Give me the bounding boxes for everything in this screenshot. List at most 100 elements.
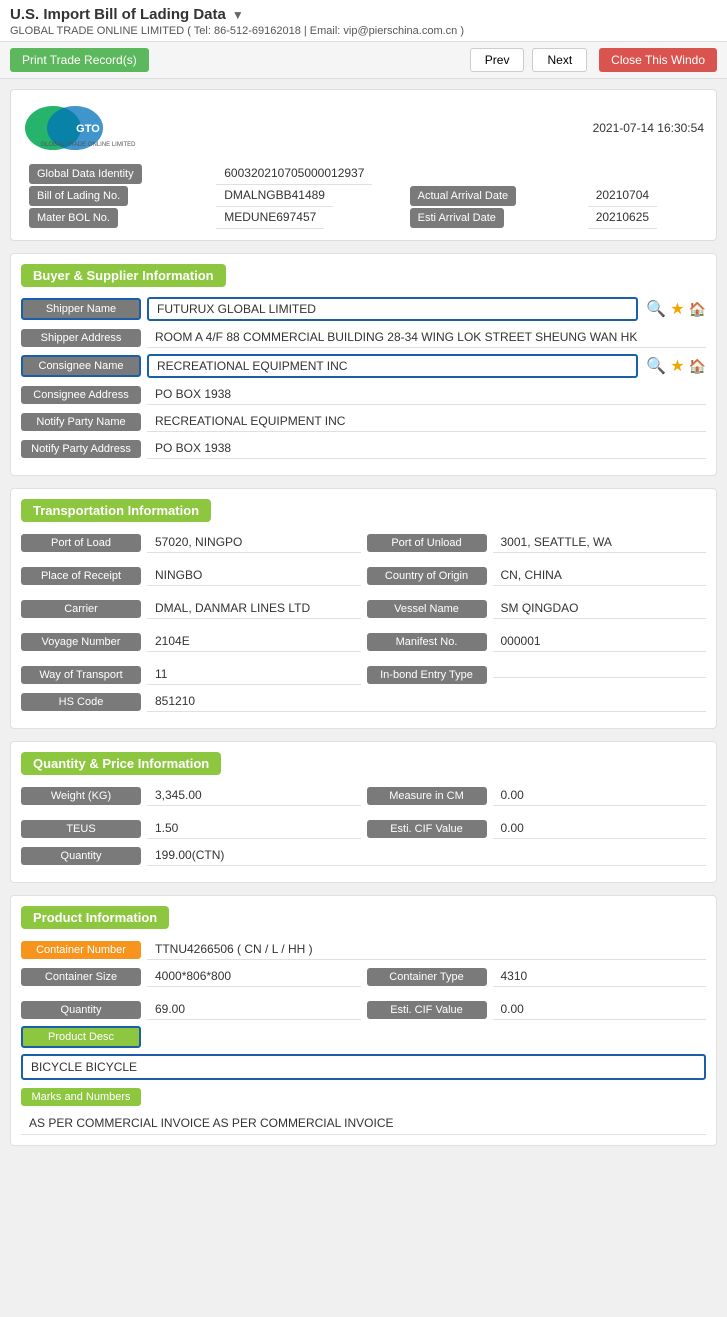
global-data-identity-label: Global Data Identity	[29, 164, 142, 184]
container-type-row: Container Type 4310	[367, 966, 707, 987]
port-of-unload-label: Port of Unload	[367, 534, 487, 552]
place-of-receipt-value: NINGBO	[147, 565, 361, 586]
consignee-search-icon[interactable]: 🔍	[646, 356, 666, 376]
esti-arrival-date-label: Esti Arrival Date	[410, 208, 504, 228]
shipper-address-label: Shipper Address	[21, 329, 141, 347]
master-bol-value: MEDUNE697457	[216, 206, 324, 229]
page-subtitle: GLOBAL TRADE ONLINE LIMITED ( Tel: 86-51…	[10, 25, 717, 37]
hs-code-value: 851210	[147, 691, 706, 712]
marks-row: Marks and Numbers	[21, 1088, 706, 1106]
shipper-address-row: Shipper Address ROOM A 4/F 88 COMMERCIAL…	[21, 327, 706, 348]
container-number-label: Container Number	[21, 941, 141, 959]
master-bol-label: Mater BOL No.	[29, 208, 118, 228]
weight-row: Weight (KG) 3,345.00	[21, 785, 361, 806]
way-of-transport-value: 11	[147, 664, 361, 685]
nav-group: Prev Next Close This Windo	[470, 48, 717, 72]
quantity-value: 199.00(CTN)	[147, 845, 706, 866]
top-bar: U.S. Import Bill of Lading Data ▼ GLOBAL…	[0, 0, 727, 42]
close-button[interactable]: Close This Windo	[599, 48, 717, 72]
product-desc-row: Product Desc	[21, 1026, 706, 1048]
way-of-transport-row: Way of Transport 11	[21, 664, 361, 685]
shipper-home-icon[interactable]: 🏠	[689, 301, 706, 318]
quantity-price-title: Quantity & Price Information	[21, 752, 221, 775]
product-quantity-value: 69.00	[147, 999, 361, 1020]
container-type-value: 4310	[493, 966, 707, 987]
marks-and-numbers-value-box: AS PER COMMERCIAL INVOICE AS PER COMMERC…	[21, 1112, 706, 1135]
notify-party-address-row: Notify Party Address PO BOX 1938	[21, 438, 706, 459]
logo-row: GTO GLOBAL TRADE ONLINE LIMITED 2021-07-…	[23, 102, 704, 162]
product-esti-cif-value: 0.00	[493, 999, 707, 1020]
shipper-name-value: FUTURUX GLOBAL LIMITED	[147, 297, 638, 321]
consignee-icons: 🔍 ★ 🏠	[638, 356, 706, 376]
place-of-receipt-row: Place of Receipt NINGBO	[21, 565, 361, 586]
logo-box: GTO GLOBAL TRADE ONLINE LIMITED	[23, 102, 153, 154]
voyage-number-row: Voyage Number 2104E	[21, 631, 361, 652]
shipper-name-label: Shipper Name	[21, 298, 141, 320]
global-data-identity-value: 600320210705000012937	[216, 162, 372, 185]
shipper-star-icon[interactable]: ★	[670, 299, 684, 319]
shipper-icons: 🔍 ★ 🏠	[638, 299, 706, 319]
voyage-number-label: Voyage Number	[21, 633, 141, 651]
port-of-load-value: 57020, NINGPO	[147, 532, 361, 553]
quantity-price-header: Quantity & Price Information	[21, 752, 706, 785]
global-data-row: Global Data Identity 6003202107050000129…	[23, 162, 704, 184]
product-desc-value: BICYCLE BICYCLE	[31, 1060, 137, 1074]
esti-cif-value: 0.00	[493, 818, 707, 839]
marks-and-numbers-label: Marks and Numbers	[21, 1088, 141, 1106]
port-of-load-row: Port of Load 57020, NINGPO	[21, 532, 361, 553]
esti-arrival-date-value: 20210625	[588, 206, 657, 229]
shipper-name-row: Shipper Name FUTURUX GLOBAL LIMITED 🔍 ★ …	[21, 297, 706, 321]
svg-text:GLOBAL TRADE ONLINE LIMITED: GLOBAL TRADE ONLINE LIMITED	[40, 142, 136, 148]
quantity-price-section: Quantity & Price Information Weight (KG)…	[10, 741, 717, 883]
consignee-star-icon[interactable]: ★	[670, 356, 684, 376]
buyer-supplier-title: Buyer & Supplier Information	[21, 264, 226, 287]
next-button[interactable]: Next	[532, 48, 587, 72]
country-of-origin-value: CN, CHINA	[493, 565, 707, 586]
page-title: U.S. Import Bill of Lading Data ▼	[10, 6, 717, 23]
transportation-title: Transportation Information	[21, 499, 211, 522]
shipper-search-icon[interactable]: 🔍	[646, 299, 666, 319]
timestamp: 2021-07-14 16:30:54	[593, 121, 704, 135]
container-size-row: Container Size 4000*806*800	[21, 966, 361, 987]
carrier-row: Carrier DMAL, DANMAR LINES LTD	[21, 598, 361, 619]
port-of-unload-row: Port of Unload 3001, SEATTLE, WA	[367, 532, 707, 553]
consignee-home-icon[interactable]: 🏠	[689, 358, 706, 375]
container-number-row: Container Number TTNU4266506 ( CN / L / …	[21, 939, 706, 960]
notify-party-name-value: RECREATIONAL EQUIPMENT INC	[147, 411, 706, 432]
main-content: GTO GLOBAL TRADE ONLINE LIMITED 2021-07-…	[0, 79, 727, 1168]
container-type-label: Container Type	[367, 968, 487, 986]
measure-value: 0.00	[493, 785, 707, 806]
hs-code-label: HS Code	[21, 693, 141, 711]
inbond-entry-type-row: In-bond Entry Type	[367, 664, 707, 685]
voyage-number-value: 2104E	[147, 631, 361, 652]
buyer-supplier-header: Buyer & Supplier Information	[21, 264, 706, 297]
manifest-no-row: Manifest No. 000001	[367, 631, 707, 652]
product-quantity-row: Quantity 69.00	[21, 999, 361, 1020]
bill-of-lading-value: DMALNGBB41489	[216, 184, 333, 207]
esti-cif-row: Esti. CIF Value 0.00	[367, 818, 707, 839]
product-desc-label: Product Desc	[21, 1026, 141, 1048]
prev-button[interactable]: Prev	[470, 48, 525, 72]
consignee-address-value: PO BOX 1938	[147, 384, 706, 405]
logo-card: GTO GLOBAL TRADE ONLINE LIMITED 2021-07-…	[10, 89, 717, 241]
port-of-load-label: Port of Load	[21, 534, 141, 552]
teus-label: TEUS	[21, 820, 141, 838]
country-of-origin-label: Country of Origin	[367, 567, 487, 585]
way-of-transport-label: Way of Transport	[21, 666, 141, 684]
teus-value: 1.50	[147, 818, 361, 839]
print-button[interactable]: Print Trade Record(s)	[10, 48, 149, 72]
title-dropdown-icon[interactable]: ▼	[232, 8, 244, 22]
manifest-no-value: 000001	[493, 631, 707, 652]
transportation-header: Transportation Information	[21, 499, 706, 532]
port-of-unload-value: 3001, SEATTLE, WA	[493, 532, 707, 553]
header-info-table: Global Data Identity 6003202107050000129…	[23, 162, 704, 228]
country-of-origin-row: Country of Origin CN, CHINA	[367, 565, 707, 586]
notify-party-name-label: Notify Party Name	[21, 413, 141, 431]
container-size-value: 4000*806*800	[147, 966, 361, 987]
company-logo: GTO GLOBAL TRADE ONLINE LIMITED	[23, 102, 153, 154]
consignee-name-label: Consignee Name	[21, 355, 141, 377]
measure-row: Measure in CM 0.00	[367, 785, 707, 806]
product-title: Product Information	[21, 906, 169, 929]
measure-label: Measure in CM	[367, 787, 487, 805]
toolbar: Print Trade Record(s) Prev Next Close Th…	[0, 42, 727, 79]
